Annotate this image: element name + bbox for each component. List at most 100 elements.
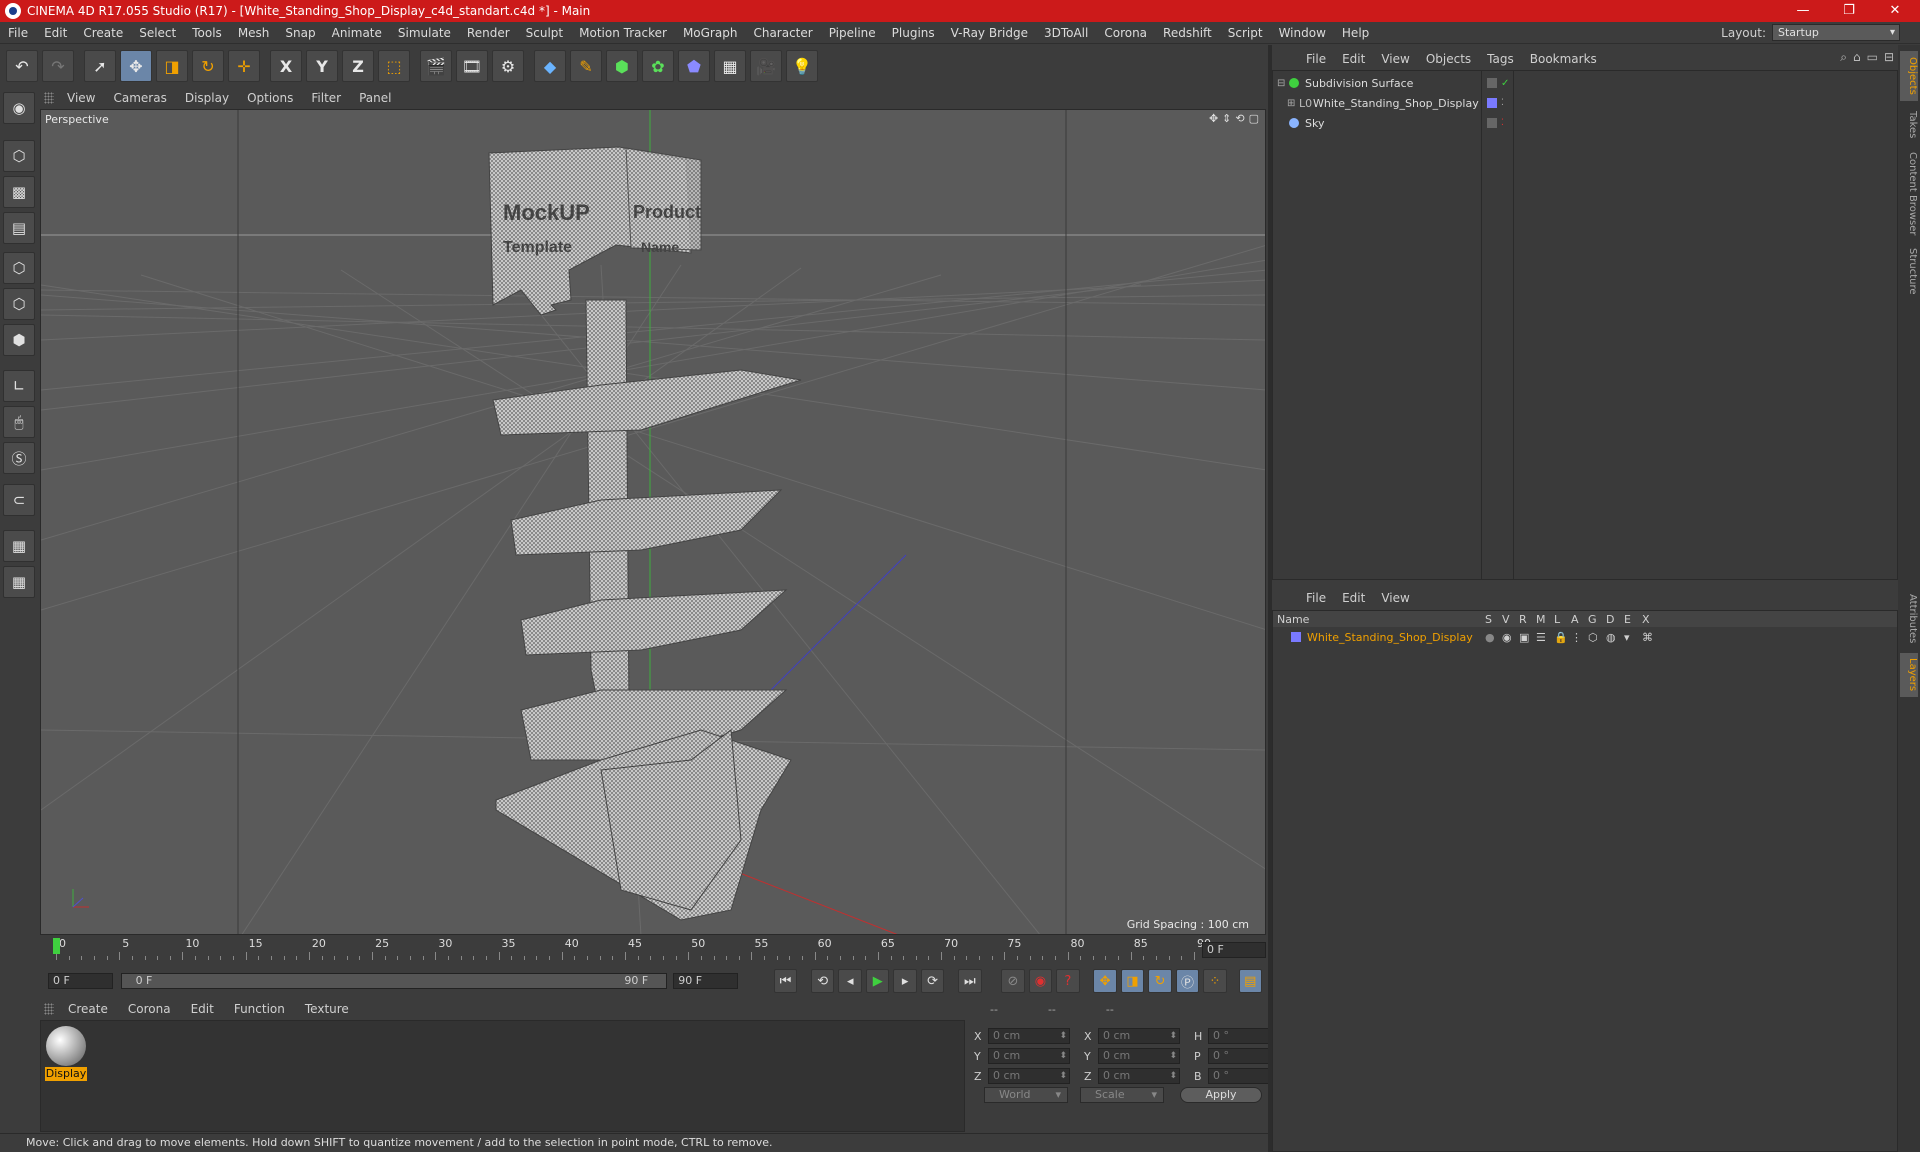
position-key-icon[interactable]: ✥ <box>1093 969 1117 993</box>
workplane-mode-icon[interactable]: ▤ <box>3 212 35 244</box>
menu-character[interactable]: Character <box>745 26 820 40</box>
render-to-picture-viewer-icon[interactable]: 🎞 <box>456 50 488 82</box>
tab-content-browser[interactable]: Content Browser <box>1900 149 1918 239</box>
material-menu-create[interactable]: Create <box>58 1002 118 1016</box>
tab-layers[interactable]: Layers <box>1900 653 1918 697</box>
next-frame-icon[interactable]: ▸ <box>893 969 917 993</box>
manager-icon[interactable]: ☰ <box>1536 631 1546 644</box>
size-x-field[interactable]: 0 cm <box>1098 1028 1180 1044</box>
layer-menu-view[interactable]: View <box>1373 591 1417 605</box>
deformer-icon[interactable]: ⬟ <box>678 50 710 82</box>
viewport-menu-panel[interactable]: Panel <box>350 91 400 105</box>
menu-create[interactable]: Create <box>75 26 131 40</box>
object-menu-file[interactable]: File <box>1298 52 1334 66</box>
make-editable-icon[interactable]: ◉ <box>3 92 35 124</box>
texture-mode-icon[interactable]: ▩ <box>3 176 35 208</box>
collapse-icon[interactable]: ⊟ <box>1277 78 1285 89</box>
column-xref[interactable]: X <box>1642 613 1650 626</box>
visibility-dots-icon[interactable]: ⁚ <box>1501 98 1504 108</box>
layer-menu-file[interactable]: File <box>1298 591 1334 605</box>
menu-edit[interactable]: Edit <box>36 26 75 40</box>
search-icon[interactable]: ⌕ <box>1840 50 1847 65</box>
column-render[interactable]: R <box>1519 613 1527 626</box>
record-active-objects-icon[interactable]: ◉ <box>1028 969 1053 993</box>
keyframe-selection-icon[interactable]: ⊘ <box>1001 969 1025 993</box>
menu-mesh[interactable]: Mesh <box>230 26 278 40</box>
object-name[interactable]: Subdivision Surface <box>1305 77 1413 90</box>
maximize-view-icon[interactable]: ▢ <box>1249 112 1259 125</box>
z-axis-lock-button[interactable]: Z <box>342 50 374 82</box>
menu-3dtoall[interactable]: 3DToAll <box>1036 26 1096 40</box>
column-expressions[interactable]: E <box>1624 613 1631 626</box>
menu-snap[interactable]: Snap <box>277 26 323 40</box>
object-menu-view[interactable]: View <box>1373 52 1417 66</box>
points-mode-icon[interactable]: ⬡ <box>3 252 35 284</box>
material-thumbnail[interactable]: Display <box>45 1025 87 1083</box>
next-key-icon[interactable]: ⟳ <box>920 969 945 993</box>
spline-pen-icon[interactable]: ✎ <box>570 50 602 82</box>
planar-workplane-icon[interactable]: ▦ <box>3 566 35 598</box>
coordinate-system-icon[interactable]: ⬚ <box>378 50 410 82</box>
position-y-field[interactable]: 0 cm <box>988 1048 1070 1064</box>
menu-file[interactable]: File <box>0 26 36 40</box>
tab-objects[interactable]: Objects <box>1900 51 1918 101</box>
material-menu-texture[interactable]: Texture <box>295 1002 359 1016</box>
column-view[interactable]: V <box>1502 613 1510 626</box>
visibility-dots-icon[interactable]: ⁚ <box>1501 118 1504 128</box>
menu-motion-tracker[interactable]: Motion Tracker <box>571 26 675 40</box>
menu-mograph[interactable]: MoGraph <box>675 26 746 40</box>
restore-button[interactable]: ❐ <box>1826 0 1872 22</box>
column-locked[interactable]: L <box>1554 613 1560 626</box>
deformer-icon[interactable]: ◍ <box>1606 631 1616 644</box>
object-menu-edit[interactable]: Edit <box>1334 52 1373 66</box>
lock-icon[interactable]: 🔒 <box>1554 631 1568 644</box>
menu-script[interactable]: Script <box>1220 26 1271 40</box>
render-view-icon[interactable]: 🎬 <box>420 50 452 82</box>
go-to-start-icon[interactable]: ⏮ <box>773 969 798 993</box>
rotation-key-icon[interactable]: ↻ <box>1148 969 1172 993</box>
generator-icon[interactable]: ⬡ <box>1588 631 1598 644</box>
menu-corona[interactable]: Corona <box>1096 26 1155 40</box>
enabled-check-icon[interactable]: ✓ <box>1501 78 1509 89</box>
y-axis-lock-button[interactable]: Y <box>306 50 338 82</box>
column-animation[interactable]: A <box>1571 613 1579 626</box>
lock-workplane-icon[interactable]: ▦ <box>3 530 35 562</box>
menu-tools[interactable]: Tools <box>184 26 230 40</box>
collapse-icon[interactable]: ⊟ <box>1884 50 1894 65</box>
animation-icon[interactable]: ⋮ <box>1571 631 1582 644</box>
start-frame-field[interactable]: 0 F <box>48 973 113 989</box>
column-deformers[interactable]: D <box>1606 613 1614 626</box>
subdivision-surface-icon[interactable]: ⬢ <box>606 50 638 82</box>
position-x-field[interactable]: 0 cm <box>988 1028 1070 1044</box>
previous-key-icon[interactable]: ⟲ <box>811 969 835 993</box>
size-y-field[interactable]: 0 cm <box>1098 1048 1180 1064</box>
autokeying-icon[interactable]: ? <box>1056 969 1080 993</box>
x-axis-lock-button[interactable]: X <box>270 50 302 82</box>
rotate-tool-icon[interactable]: ↻ <box>192 50 224 82</box>
model-mode-icon[interactable]: ⬡ <box>3 140 35 172</box>
recent-tool-icon[interactable]: ✛ <box>228 50 260 82</box>
tab-attributes[interactable]: Attributes <box>1900 589 1918 649</box>
layer-menu-edit[interactable]: Edit <box>1334 591 1373 605</box>
new-view-icon[interactable]: ▭ <box>1867 50 1878 65</box>
viewport-menu-display[interactable]: Display <box>176 91 238 105</box>
menu-redshift[interactable]: Redshift <box>1155 26 1220 40</box>
camera-icon[interactable]: 🎥 <box>750 50 782 82</box>
play-icon[interactable]: ▶ <box>865 969 890 993</box>
scale-tool-icon[interactable]: ◨ <box>156 50 188 82</box>
menu-pipeline[interactable]: Pipeline <box>821 26 884 40</box>
object-menu-tags[interactable]: Tags <box>1479 52 1522 66</box>
menu-render[interactable]: Render <box>459 26 518 40</box>
layer-color-swatch[interactable] <box>1291 632 1301 642</box>
move-tool-icon[interactable]: ✥ <box>120 50 152 82</box>
material-menu-edit[interactable]: Edit <box>181 1002 224 1016</box>
size-mode-dropdown[interactable]: Scale <box>1080 1087 1164 1103</box>
scale-key-icon[interactable]: ◨ <box>1120 969 1145 993</box>
menu-animate[interactable]: Animate <box>324 26 390 40</box>
current-frame-field[interactable]: 0 F <box>1202 942 1266 958</box>
tweak-mode-icon[interactable]: 🖱 <box>3 406 35 438</box>
pan-icon[interactable]: ✥ <box>1209 112 1218 125</box>
column-name[interactable]: Name <box>1277 613 1309 626</box>
menu-select[interactable]: Select <box>131 26 184 40</box>
magnet-icon[interactable]: ⊂ <box>3 484 35 516</box>
